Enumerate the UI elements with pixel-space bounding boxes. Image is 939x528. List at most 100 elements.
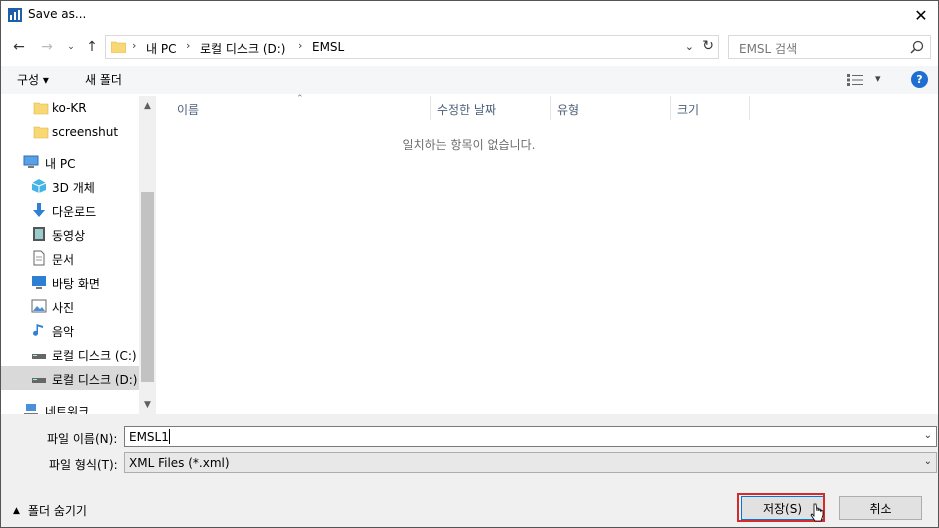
window-title: Save as...: [28, 7, 87, 21]
search-input[interactable]: EMSL 검색: [728, 35, 931, 59]
scroll-up-icon[interactable]: ▲: [139, 98, 156, 114]
drive-icon: [32, 378, 46, 383]
file-list[interactable]: ⌃ 이름 수정한 날짜 유형 크기 일치하는 항목이 없습니다.: [158, 94, 938, 414]
cancel-button[interactable]: 취소: [839, 496, 922, 520]
chevron-down-icon: ⌄: [67, 42, 75, 52]
sidebar-item-label: 다운로드: [52, 205, 97, 219]
breadcrumb-separator-icon: ›: [298, 39, 303, 52]
chevron-down-icon[interactable]: ⌄: [924, 430, 932, 441]
organize-button[interactable]: 구성 ▾: [17, 71, 49, 88]
view-options-button[interactable]: ▾: [847, 72, 887, 88]
command-bar: 구성 ▾ 새 폴더 ▾ ?: [1, 66, 938, 94]
column-divider[interactable]: [749, 96, 750, 120]
sidebar-item-label: 동영상: [52, 229, 86, 243]
sidebar-scrollbar[interactable]: ▲ ▼: [139, 96, 156, 414]
sidebar-item-label: 로컬 디스크 (C:): [52, 349, 137, 363]
sidebar-item[interactable]: 로컬 디스크 (D:): [1, 366, 139, 390]
chevron-down-icon: ⌄: [923, 456, 932, 467]
cube-icon: [31, 179, 47, 193]
recent-locations-button[interactable]: ⌄: [61, 36, 81, 58]
sidebar-item[interactable]: 다운로드: [1, 198, 139, 222]
new-folder-button[interactable]: 새 폴더: [85, 71, 122, 88]
pc-icon: [23, 155, 39, 168]
navigation-bar: ← → ⌄ ↑ › 내 PC › 로컬 디스크 (D:) › EMSL ⌄ ↻ …: [1, 31, 938, 63]
cancel-button-label: 취소: [869, 501, 892, 516]
filename-field[interactable]: EMSL1 ⌄: [124, 426, 937, 447]
app-icon: [8, 8, 22, 22]
sort-ascending-icon: ⌃: [296, 94, 304, 104]
sidebar-item-label: 바탕 화면: [52, 277, 100, 291]
sidebar-item-label: ko-KR: [52, 101, 87, 115]
sidebar-item-label: 내 PC: [45, 157, 76, 171]
sidebar-item-label: 문서: [52, 253, 75, 267]
breadcrumb-item[interactable]: 로컬 디스크 (D:): [200, 40, 285, 57]
chevron-up-icon: ▲: [13, 505, 20, 516]
breadcrumb-item[interactable]: 내 PC: [146, 40, 176, 57]
caret-down-icon: ▾: [875, 72, 881, 85]
sidebar-item-label: 음악: [52, 325, 75, 339]
sidebar-item[interactable]: 동영상: [1, 222, 139, 246]
filetype-select[interactable]: XML Files (*.xml) ⌄: [124, 452, 937, 473]
sidebar-item[interactable]: 바탕 화면: [1, 270, 139, 294]
breadcrumb-item[interactable]: EMSL: [312, 40, 344, 54]
scrollbar-thumb[interactable]: [141, 192, 154, 382]
sidebar-item-label: 네트워크: [45, 405, 90, 414]
back-button[interactable]: ←: [9, 36, 29, 58]
folder-icon: [33, 102, 49, 115]
network-icon: [24, 404, 38, 414]
filename-value: EMSL1: [129, 430, 169, 444]
text-caret: [169, 429, 170, 444]
picture-icon: [31, 299, 47, 313]
sidebar-item[interactable]: 3D 개체: [1, 174, 139, 198]
breadcrumb-separator-icon: ›: [186, 39, 191, 52]
sidebar-item[interactable]: 음악: [1, 318, 139, 342]
video-icon: [33, 227, 45, 241]
drive-icon: [32, 354, 46, 359]
download-icon: [33, 203, 45, 217]
sidebar-item-label: 사진: [52, 301, 75, 315]
music-icon: [33, 324, 43, 336]
filetype-label: 파일 형식(T):: [49, 458, 118, 472]
desktop-icon: [32, 276, 46, 289]
view-list-icon: [847, 74, 863, 86]
column-header-size[interactable]: 크기: [677, 96, 699, 120]
mouse-cursor-icon: [810, 503, 824, 522]
help-icon[interactable]: ?: [911, 71, 928, 88]
address-dropdown-icon[interactable]: ⌄: [685, 40, 694, 53]
up-button[interactable]: ↑: [82, 36, 102, 58]
empty-message: 일치하는 항목이 없습니다.: [402, 138, 536, 152]
column-divider[interactable]: [670, 96, 671, 120]
address-bar[interactable]: › 내 PC › 로컬 디스크 (D:) › EMSL ⌄ ↻: [105, 35, 719, 59]
navigation-pane: ko-KR screenshut 내 PC 3D 개체다운로드동영상문서바탕 화면사진…: [1, 96, 156, 414]
close-button[interactable]: ✕: [904, 1, 938, 29]
column-header-name[interactable]: 이름: [177, 96, 199, 120]
filename-label: 파일 이름(N):: [47, 432, 118, 446]
hide-folders-label: 폴더 숨기기: [27, 504, 87, 518]
sidebar-item[interactable]: screenshut: [1, 120, 139, 144]
hide-folders-toggle[interactable]: ▲ 폴더 숨기기: [13, 502, 87, 519]
arrow-right-icon: →: [41, 39, 53, 55]
folder-icon: [33, 126, 49, 139]
sidebar-item[interactable]: 로컬 디스크 (C:): [1, 342, 139, 366]
save-as-dialog: Save as... ✕ ← → ⌄ ↑ › 내 PC › 로컬 디스크 (D:…: [0, 0, 939, 528]
search-placeholder: EMSL 검색: [739, 42, 798, 56]
column-divider[interactable]: [550, 96, 551, 120]
filetype-value: XML Files (*.xml): [129, 456, 230, 470]
refresh-icon[interactable]: ↻: [702, 38, 714, 54]
sidebar-item[interactable]: 내 PC: [1, 150, 139, 174]
column-header-date[interactable]: 수정한 날짜: [437, 96, 496, 120]
scroll-down-icon[interactable]: ▼: [139, 397, 156, 413]
document-icon: [33, 250, 45, 266]
breadcrumb-separator-icon: ›: [132, 39, 137, 52]
sidebar-item[interactable]: ko-KR: [1, 96, 139, 120]
close-icon: ✕: [914, 5, 928, 25]
sidebar-item[interactable]: 사진: [1, 294, 139, 318]
folder-icon: [111, 41, 126, 53]
arrow-left-icon: ←: [13, 39, 25, 55]
forward-button[interactable]: →: [37, 36, 57, 58]
sidebar-item[interactable]: 문서: [1, 246, 139, 270]
column-divider[interactable]: [430, 96, 431, 120]
sidebar-item[interactable]: 네트워크: [1, 398, 139, 414]
column-header-type[interactable]: 유형: [557, 96, 579, 120]
sidebar-item-label: screenshut: [52, 125, 119, 139]
